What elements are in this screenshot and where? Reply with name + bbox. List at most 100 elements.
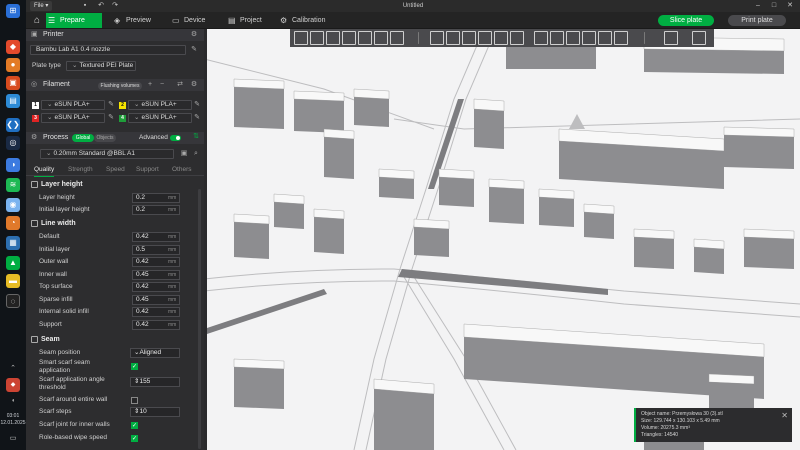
app-blue-icon[interactable]: ◑: [6, 158, 20, 172]
selection-icon[interactable]: [664, 31, 678, 45]
process-preset-select[interactable]: ⌄ 0.20mm Standard @BBL A1: [40, 149, 174, 159]
scale-icon[interactable]: [462, 31, 476, 45]
sync-filament-icon[interactable]: ⇄: [176, 81, 184, 89]
subtab-speed[interactable]: Speed: [106, 164, 125, 176]
app-box-icon[interactable]: ▦: [6, 236, 20, 250]
volume-icon[interactable]: ◖: [6, 394, 20, 408]
panel-splitter[interactable]: [204, 29, 207, 450]
app-active-icon[interactable]: ◌: [6, 294, 20, 308]
brave-icon[interactable]: ◆: [6, 40, 20, 54]
measure-icon[interactable]: [582, 31, 596, 45]
chrome-icon[interactable]: ◉: [6, 198, 20, 212]
text-tool-icon[interactable]: [566, 31, 580, 45]
subtab-others[interactable]: Others: [172, 164, 192, 176]
app-orange-icon[interactable]: ▣: [6, 76, 20, 90]
folder-icon[interactable]: ▬: [6, 274, 20, 288]
layers-icon[interactable]: [390, 31, 404, 45]
tray-up-icon[interactable]: ⌃: [6, 362, 20, 376]
scarf-inner-checkbox[interactable]: ✓: [131, 422, 138, 429]
save-preset-icon[interactable]: ▣: [180, 150, 188, 158]
firefox-icon[interactable]: ●: [6, 58, 20, 72]
edit-filament-2-icon[interactable]: ✎: [193, 101, 201, 109]
search-icon[interactable]: ⌕: [192, 150, 200, 158]
rotate-icon[interactable]: [446, 31, 460, 45]
filament-slot-3-swatch[interactable]: 3: [32, 115, 39, 122]
print-plate-button[interactable]: Print plate: [728, 15, 786, 26]
close-window-icon[interactable]: ✕: [782, 0, 798, 12]
process-compare-icon[interactable]: ⇅: [192, 133, 200, 141]
scarf-steps-input[interactable]: ⇕10: [130, 407, 180, 417]
edit-printer-icon[interactable]: ✎: [190, 46, 198, 54]
taskbar-date[interactable]: 12.01.2025: [0, 420, 26, 426]
seam-position-select[interactable]: ⌄Aligned: [130, 348, 180, 358]
scarf-around-checkbox[interactable]: [131, 397, 138, 404]
home-icon[interactable]: ⌂: [30, 14, 44, 27]
filament-slot-4-select[interactable]: ⌄ eSUN PLA+: [128, 113, 192, 123]
redo-icon[interactable]: ↷: [110, 1, 120, 11]
subtab-support[interactable]: Support: [136, 164, 159, 176]
taskbar-time[interactable]: 03:01: [0, 413, 26, 419]
edit-filament-3-icon[interactable]: ✎: [107, 114, 115, 122]
remove-filament-icon[interactable]: −: [158, 81, 166, 89]
tray-app-icon[interactable]: ◆: [6, 378, 20, 392]
3d-viewport[interactable]: [204, 29, 800, 450]
add-object-icon[interactable]: [294, 31, 308, 45]
minimize-icon[interactable]: –: [750, 0, 766, 12]
subtab-strength[interactable]: Strength: [68, 164, 93, 176]
panel-scrollbar[interactable]: [198, 189, 201, 449]
cut-icon[interactable]: [494, 31, 508, 45]
vscode-icon[interactable]: ❮❯: [6, 118, 20, 132]
explorer-icon[interactable]: ▤: [6, 94, 20, 108]
mesh-boolean-icon[interactable]: [510, 31, 524, 45]
steam-icon[interactable]: ◎: [6, 136, 20, 150]
advanced-switch[interactable]: [170, 135, 181, 141]
save-icon[interactable]: ▪: [80, 1, 90, 11]
filament-slot-1-swatch[interactable]: 1: [32, 102, 39, 109]
tab-prepare[interactable]: ☰ Prepare: [46, 13, 102, 28]
filament-slot-2-swatch[interactable]: 2: [119, 102, 126, 109]
plate-type-select[interactable]: ⌄ Textured PEI Plate: [66, 61, 136, 71]
file-menu[interactable]: File ▾: [30, 1, 53, 11]
arrange-icon[interactable]: [342, 31, 356, 45]
seam-paint-icon[interactable]: [550, 31, 564, 45]
spotify-icon[interactable]: ≋: [6, 178, 20, 192]
move-icon[interactable]: [430, 31, 444, 45]
add-plate-icon[interactable]: [310, 31, 324, 45]
view-cube-icon[interactable]: [692, 31, 706, 45]
filament-slot-2-select[interactable]: ⌄ eSUN PLA+: [128, 100, 192, 110]
blender-icon[interactable]: ◔: [6, 216, 20, 230]
lay-on-face-icon[interactable]: [478, 31, 492, 45]
slice-plate-button[interactable]: Slice plate: [658, 15, 714, 26]
filament-slot-3-select[interactable]: ⌄ eSUN PLA+: [41, 113, 105, 123]
tab-calibration[interactable]: ⚙ Calibration: [278, 13, 348, 28]
edit-filament-1-icon[interactable]: ✎: [107, 101, 115, 109]
printer-settings-icon[interactable]: ⚙: [190, 31, 198, 39]
scarf-angle-input[interactable]: ⇕155: [130, 377, 180, 387]
auto-orient-icon[interactable]: [326, 31, 340, 45]
printer-model-select[interactable]: Bambu Lab A1 0.4 nozzle: [30, 45, 186, 55]
tab-project[interactable]: ▤ Project: [226, 13, 282, 28]
bambu-studio-icon[interactable]: ▲: [6, 256, 20, 270]
filament-slot-1-select[interactable]: ⌄ eSUN PLA+: [41, 100, 105, 110]
smart-scarf-checkbox[interactable]: ✓: [131, 363, 138, 370]
filament-slot-4-swatch[interactable]: 4: [119, 115, 126, 122]
printer-section-header[interactable]: ▣ Printer: [26, 29, 204, 41]
notification-icon[interactable]: ▭: [6, 432, 20, 446]
tab-preview[interactable]: ◈ Preview: [112, 13, 168, 28]
maximize-icon[interactable]: □: [766, 0, 782, 12]
start-icon[interactable]: ⊞: [6, 4, 20, 18]
edit-filament-4-icon[interactable]: ✎: [193, 114, 201, 122]
color-paint-icon[interactable]: [614, 31, 628, 45]
tab-device[interactable]: ▭ Device: [170, 13, 226, 28]
split-parts-icon[interactable]: [374, 31, 388, 45]
objects-toggle[interactable]: Objects: [94, 134, 116, 142]
support-paint-icon[interactable]: [534, 31, 548, 45]
close-icon[interactable]: ✕: [781, 411, 788, 420]
subtab-quality[interactable]: Quality: [34, 164, 55, 177]
undo-icon[interactable]: ↶: [96, 1, 106, 11]
split-objects-icon[interactable]: [358, 31, 372, 45]
global-toggle[interactable]: Global: [72, 134, 94, 142]
flushing-volumes-button[interactable]: Flushing volumes: [98, 82, 142, 90]
filament-settings-icon[interactable]: ⚙: [190, 81, 198, 89]
role-wipe-checkbox[interactable]: ✓: [131, 435, 138, 442]
